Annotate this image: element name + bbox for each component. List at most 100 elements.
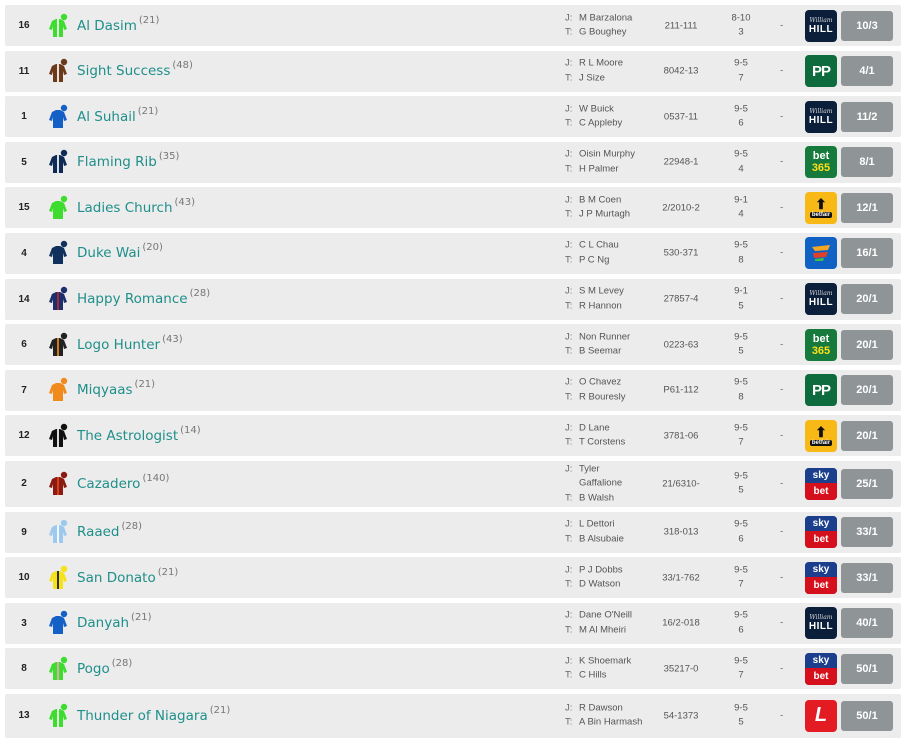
odds-movement: - (780, 293, 784, 305)
trainer-name[interactable]: J Size (579, 71, 645, 86)
odds-button[interactable]: 20/1 (841, 375, 893, 406)
horse-name-link[interactable]: Duke Wai (20) (77, 242, 163, 261)
williamhill-logo-icon[interactable]: William HILL (805, 283, 837, 316)
runner-row[interactable]: 13 Thunder of Niagara (21) J: R Dawson T: A… (5, 693, 901, 738)
runner-row[interactable]: 8 Pogo (28) J: K Shoemark T: C Hills 35217-… (5, 648, 901, 690)
jockey-name[interactable]: R L Moore (579, 57, 645, 72)
odds-button[interactable]: 4/1 (841, 56, 893, 87)
runner-row[interactable]: 16 Al Dasim (21) J: M Barzalona T: G Boughe… (5, 5, 901, 46)
skybet-logo-icon[interactable]: sky bet (805, 652, 837, 685)
jockey-name[interactable]: W Buick (579, 102, 645, 117)
williamhill-logo-icon[interactable]: William HILL (805, 607, 837, 640)
odds-button[interactable]: 20/1 (841, 329, 893, 360)
runner-row[interactable]: 5 Flaming Rib (35) J: Oisin Murphy T: H Pal… (5, 141, 901, 183)
runner-row[interactable]: 2 Cazadero (140) J: Tyler Gaffalione T: B W… (5, 460, 901, 507)
horse-name-link[interactable]: Sight Success (48) (77, 60, 193, 79)
bet365-logo-icon[interactable]: bet 365 (805, 328, 837, 361)
skybet-logo-icon[interactable]: sky bet (805, 467, 837, 500)
paddypower-logo-icon[interactable]: PP (805, 55, 837, 88)
odds-button[interactable]: 12/1 (841, 192, 893, 223)
boylesports-logo-icon[interactable] (805, 237, 837, 270)
horse-name-link[interactable]: Cazadero (140) (77, 473, 169, 492)
logo-text: betfair (809, 440, 833, 447)
horse-name-link[interactable]: San Donato (21) (77, 567, 178, 586)
horse-name-link[interactable]: Danyah (21) (77, 612, 152, 631)
form-figures: P61-112 (663, 384, 699, 396)
trainer-name[interactable]: T Corstens (579, 436, 645, 451)
horse-name-link[interactable]: Ladies Church (43) (77, 197, 195, 216)
trainer-name[interactable]: B Alsubaie (579, 532, 645, 547)
jockey-name[interactable]: P J Dobbs (579, 563, 645, 578)
jockey-name[interactable]: K Shoemark (579, 654, 645, 669)
runner-row[interactable]: 12 The Astrologist (14) J: D Lane T: T Cors… (5, 415, 901, 457)
trainer-name[interactable]: A Bin Harmash (579, 716, 645, 731)
williamhill-logo-icon[interactable]: William HILL (805, 9, 837, 42)
trainer-name[interactable]: R Hannon (579, 299, 645, 314)
horse-name-link[interactable]: Logo Hunter (43) (77, 334, 183, 353)
jockey-name[interactable]: S M Levey (579, 285, 645, 300)
odds-button[interactable]: 40/1 (841, 608, 893, 639)
runner-row[interactable]: 6 Logo Hunter (43) J: Non Runner T: B Seema… (5, 324, 901, 366)
odds-button[interactable]: 33/1 (841, 562, 893, 593)
trainer-name[interactable]: C Hills (579, 669, 645, 684)
skybet-logo-icon[interactable]: sky bet (805, 516, 837, 549)
odds-button[interactable]: 10/3 (841, 10, 893, 41)
skybet-logo-icon[interactable]: sky bet (805, 561, 837, 594)
jockey-name[interactable]: Dane O'Neill (579, 609, 645, 624)
runner-row[interactable]: 1 Al Suhail (21) J: W Buick T: C Appleby 05… (5, 96, 901, 138)
trainer-name[interactable]: C Appleby (579, 117, 645, 132)
jockey-name[interactable]: C L Chau (579, 239, 645, 254)
horse-name-link[interactable]: Flaming Rib (35) (77, 151, 179, 170)
jockey-name[interactable]: Tyler Gaffalione (579, 462, 645, 491)
betfair-logo-icon[interactable]: ⬆ betfair (805, 419, 837, 452)
odds-button[interactable]: 50/1 (841, 700, 893, 731)
odds-button[interactable]: 11/2 (841, 101, 893, 132)
jockey-name[interactable]: Non Runner (579, 330, 645, 345)
trainer-name[interactable]: B Walsh (579, 491, 645, 506)
jockey-name[interactable]: L Dettori (579, 518, 645, 533)
runner-row[interactable]: 10 San Donato (21) J: P J Dobbs T: D Watson… (5, 557, 901, 599)
jockey-label: J: (565, 148, 573, 160)
runner-row[interactable]: 11 Sight Success (48) J: R L Moore T: J Siz… (5, 50, 901, 92)
horse-name-link[interactable]: Happy Romance (28) (77, 288, 210, 307)
runner-row[interactable]: 7 Miqyaas (21) J: O Chavez T: R Bouresly P6… (5, 369, 901, 411)
runner-row[interactable]: 14 Happy Romance (28) J: S M Levey T: R Han… (5, 278, 901, 320)
paddypower-logo-icon[interactable]: PP (805, 374, 837, 407)
jockey-name[interactable]: R Dawson (579, 701, 645, 716)
runner-row[interactable]: 9 Raaed (28) J: L Dettori T: B Alsubaie 318… (5, 511, 901, 553)
trainer-name[interactable]: J P Murtagh (579, 208, 645, 223)
trainer-name[interactable]: B Seemar (579, 345, 645, 360)
trainer-name[interactable]: G Boughey (579, 26, 645, 41)
trainer-name[interactable]: D Watson (579, 578, 645, 593)
trainer-name[interactable]: M Al Mheiri (579, 623, 645, 638)
horse-name-link[interactable]: The Astrologist (14) (77, 425, 201, 444)
odds-button[interactable]: 33/1 (841, 517, 893, 548)
horse-name-link[interactable]: Al Dasim (21) (77, 15, 159, 34)
ladbrokes-logo-icon[interactable]: L (805, 699, 837, 732)
trainer-name[interactable]: H Palmer (579, 162, 645, 177)
trainer-name[interactable]: P C Ng (579, 253, 645, 268)
jockey-name[interactable]: Oisin Murphy (579, 148, 645, 163)
bet365-logo-icon[interactable]: bet 365 (805, 146, 837, 179)
horse-name-link[interactable]: Thunder of Niagara (21) (77, 705, 230, 724)
jockey-name[interactable]: O Chavez (579, 376, 645, 391)
betfair-logo-icon[interactable]: ⬆ betfair (805, 191, 837, 224)
horse-name-link[interactable]: Raaed (28) (77, 521, 142, 540)
odds-button[interactable]: 16/1 (841, 238, 893, 269)
odds-button[interactable]: 8/1 (841, 147, 893, 178)
horse-name-link[interactable]: Miqyaas (21) (77, 379, 155, 398)
trainer-name[interactable]: R Bouresly (579, 390, 645, 405)
runner-row[interactable]: 4 Duke Wai (20) J: C L Chau T: P C Ng 530-3… (5, 232, 901, 274)
runner-row[interactable]: 15 Ladies Church (43) J: B M Coen T: J P Mu… (5, 187, 901, 229)
horse-name-link[interactable]: Al Suhail (21) (77, 106, 158, 125)
jockey-name[interactable]: B M Coen (579, 193, 645, 208)
odds-button[interactable]: 50/1 (841, 653, 893, 684)
horse-name-link[interactable]: Pogo (28) (77, 658, 132, 677)
runner-row[interactable]: 3 Danyah (21) J: Dane O'Neill T: M Al Mheir… (5, 602, 901, 644)
odds-button[interactable]: 20/1 (841, 420, 893, 451)
odds-button[interactable]: 20/1 (841, 284, 893, 315)
jockey-name[interactable]: M Barzalona (579, 11, 645, 26)
jockey-name[interactable]: D Lane (579, 421, 645, 436)
odds-button[interactable]: 25/1 (841, 468, 893, 499)
williamhill-logo-icon[interactable]: William HILL (805, 100, 837, 133)
